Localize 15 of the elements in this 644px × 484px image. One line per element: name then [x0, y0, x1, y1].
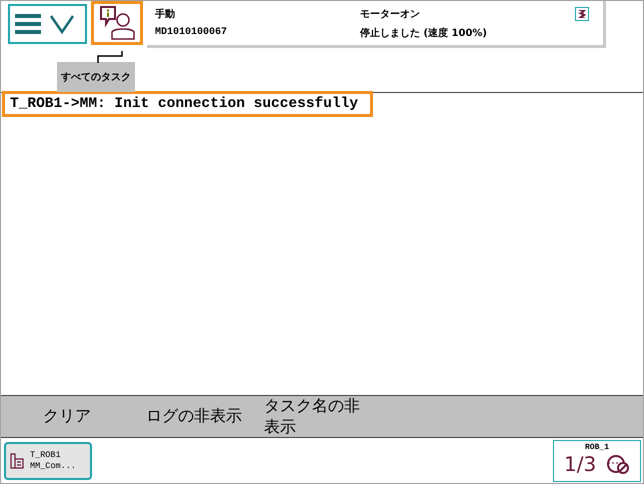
program-state: 停止しました (速度 100%) [360, 26, 488, 40]
command-button[interactable]: クリア [1, 396, 146, 437]
document-icon [10, 452, 24, 468]
motor-state: モーターオン [360, 8, 421, 20]
controller-name: MD1010100067 [155, 27, 228, 38]
quickset-button[interactable]: ROB_1 1/3 [553, 440, 641, 482]
command-button[interactable]: タスク名の非表示 [264, 396, 364, 437]
task-tab[interactable]: すべてのタスク [57, 62, 135, 92]
event-log-button[interactable] [91, 1, 143, 45]
menu-button[interactable] [8, 4, 87, 44]
command-button[interactable]: ログの非表示 [146, 396, 264, 437]
log-message[interactable]: T_ROB1->MM: Init connection successfully [2, 91, 374, 117]
task-window-button[interactable]: T_ROB1 MM_Com... [4, 442, 92, 480]
info-person-icon [99, 5, 135, 41]
operating-mode: 手動 [155, 8, 176, 20]
